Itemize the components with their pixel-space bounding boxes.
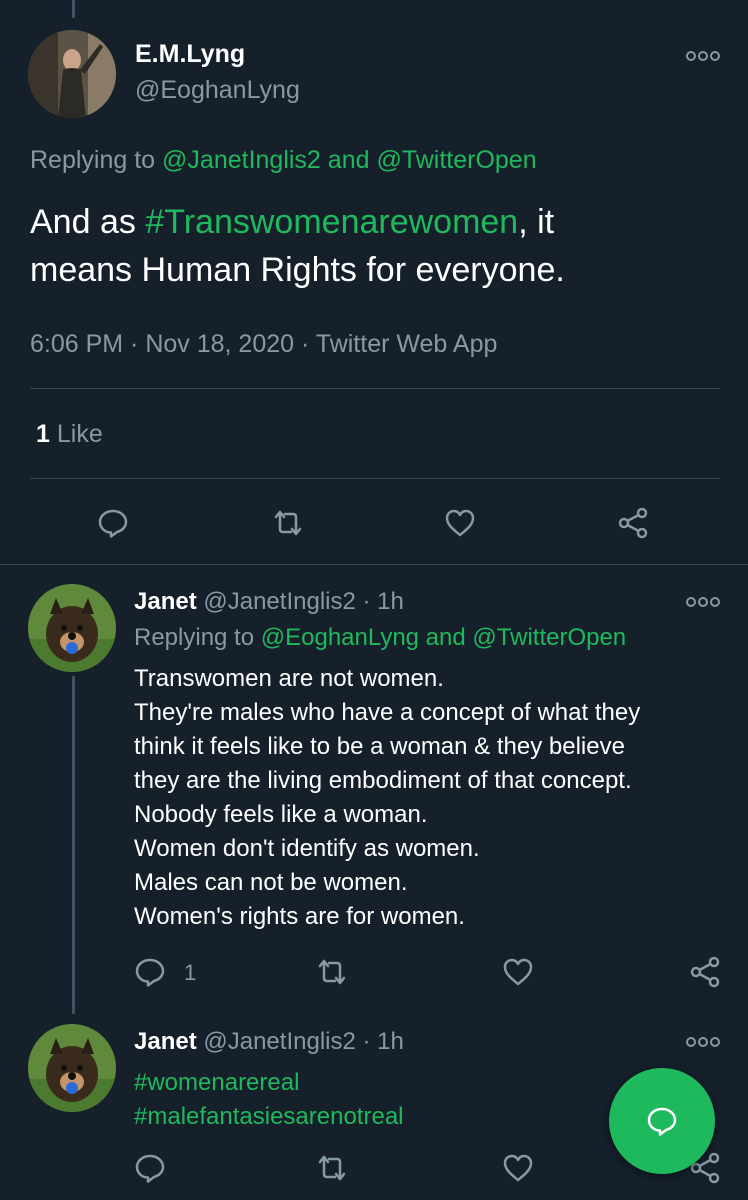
tweet-meta: 6:06 PM · Nov 18, 2020 · Twitter Web App xyxy=(30,330,498,358)
more-icon[interactable] xyxy=(686,1036,720,1048)
reply-icon[interactable] xyxy=(134,1152,166,1184)
replying-user-link[interactable]: @TwitterOpen xyxy=(472,624,626,651)
more-icon[interactable] xyxy=(686,50,720,62)
tweet-text-line: means Human Rights for everyone. xyxy=(30,251,565,289)
reply-text-line: Transwomen are not women. xyxy=(134,665,444,692)
hashtag-link[interactable]: #womenarereal xyxy=(134,1066,404,1100)
reply-header: Janet @JanetInglis2 · 1h xyxy=(134,588,404,616)
hashtag-link[interactable]: #Transwomenarewomen xyxy=(145,203,518,241)
hashtag-link[interactable]: #malefantasiesarenotreal xyxy=(134,1100,404,1134)
reply-author-name[interactable]: Janet xyxy=(134,588,197,615)
compose-reply-button[interactable] xyxy=(609,1068,715,1174)
replying-and: and xyxy=(320,146,377,174)
reply-text-line: Women's rights are for women. xyxy=(134,903,465,930)
reply-text-line: Nobody feels like a woman. xyxy=(134,801,428,828)
reply-text: Transwomen are not women. They're males … xyxy=(134,662,640,934)
divider xyxy=(30,388,720,389)
replying-user-link[interactable]: @EoghanLyng xyxy=(261,624,419,651)
tweet-text-part: , it xyxy=(518,203,555,241)
reply-text: #womenarereal #malefantasiesarenotreal xyxy=(134,1066,404,1134)
divider xyxy=(0,564,748,565)
divider xyxy=(30,478,720,479)
tweet-text: And as #Transwomenarewomen, it means Hum… xyxy=(30,198,565,294)
reply-header: Janet @JanetInglis2 · 1h xyxy=(134,1028,404,1056)
thread-line xyxy=(72,676,75,1014)
likes-count: 1 xyxy=(36,420,50,448)
replying-to: Replying to @JanetInglis2 and @TwitterOp… xyxy=(30,146,537,175)
reply-text-line: Women don't identify as women. xyxy=(134,835,480,862)
reply-text-line: they are the living embodiment of that c… xyxy=(134,767,632,794)
reply-avatar[interactable] xyxy=(28,1024,116,1112)
author-avatar[interactable] xyxy=(28,30,116,118)
reply-icon[interactable] xyxy=(97,507,129,539)
author-name[interactable]: E.M.Lyng xyxy=(135,40,245,69)
reply-count: 1 xyxy=(184,960,197,985)
replying-and: and xyxy=(419,624,473,651)
like-icon[interactable] xyxy=(502,956,534,988)
more-icon[interactable] xyxy=(686,596,720,608)
compose-icon xyxy=(647,1107,677,1136)
retweet-icon[interactable] xyxy=(316,956,348,988)
replying-user-link[interactable]: @JanetInglis2 xyxy=(162,146,321,174)
reply-handle-time[interactable]: @JanetInglis2 · 1h xyxy=(203,1028,403,1055)
replying-prefix: Replying to xyxy=(30,146,163,174)
retweet-icon[interactable] xyxy=(272,507,304,539)
reply-handle-time[interactable]: @JanetInglis2 · 1h xyxy=(203,588,403,615)
reply-icon[interactable] xyxy=(134,956,166,988)
author-handle[interactable]: @EoghanLyng xyxy=(135,76,300,105)
thread-line-top xyxy=(72,0,75,18)
share-icon[interactable] xyxy=(689,956,721,988)
likes-label: Like xyxy=(56,420,103,448)
reply-text-line: Males can not be women. xyxy=(134,869,408,896)
replying-user-link[interactable]: @TwitterOpen xyxy=(376,146,536,174)
reply-replying-to: Replying to @EoghanLyng and @TwitterOpen xyxy=(134,624,626,652)
reply-avatar[interactable] xyxy=(28,584,116,672)
retweet-icon[interactable] xyxy=(316,1152,348,1184)
tweet-text-part: And as xyxy=(30,203,146,241)
like-icon[interactable] xyxy=(502,1152,534,1184)
likes-stat[interactable]: 1 Like xyxy=(36,420,103,449)
reply-author-name[interactable]: Janet xyxy=(134,1028,197,1055)
replying-prefix: Replying to xyxy=(134,624,261,651)
reply-text-line: think it feels like to be a woman & they… xyxy=(134,733,625,760)
like-icon[interactable] xyxy=(444,507,476,539)
share-icon[interactable] xyxy=(617,507,649,539)
reply-text-line: They're males who have a concept of what… xyxy=(134,699,641,726)
